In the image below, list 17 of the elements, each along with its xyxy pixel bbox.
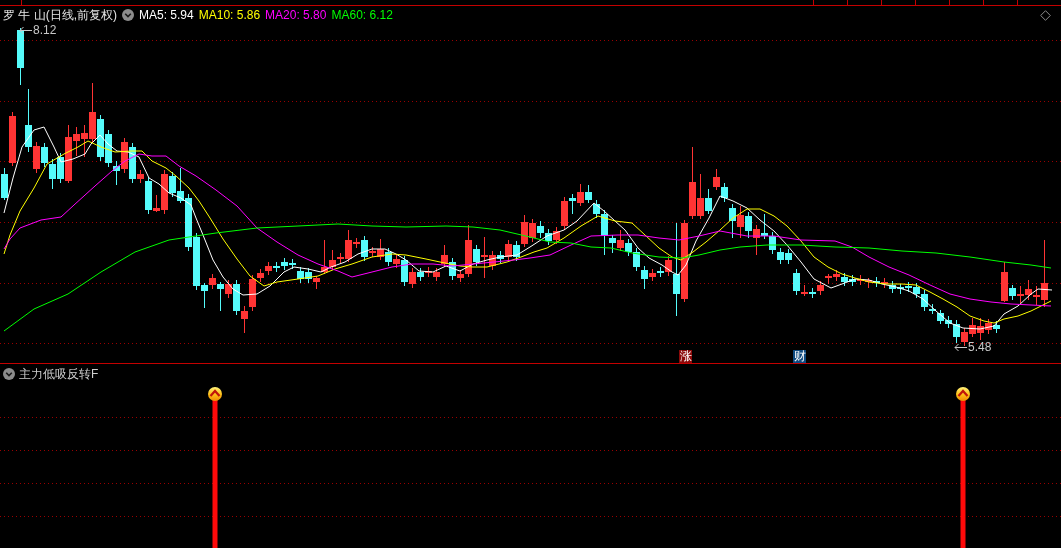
dropdown-icon[interactable] [122,9,134,21]
high-price-label: 8.12 [33,24,57,36]
diamond-icon[interactable] [1040,10,1051,21]
moving-average-value: MA10: 5.86 [198,8,261,22]
left-arrow-icon [19,25,32,35]
moving-average-value: MA60: 6.12 [331,8,393,22]
chart-title: 罗 牛 山(日线,前复权) [3,8,117,22]
dropdown-icon[interactable] [3,368,15,380]
moving-average-value: MA20: 5.80 [265,8,327,22]
chevron-up-icon [956,387,970,401]
moving-average-value: MA5: 5.94 [139,8,194,22]
event-marker[interactable]: 财 [793,350,806,363]
chevron-up-icon [208,387,222,401]
low-price-label: 5.48 [968,341,992,353]
left-arrow-icon [954,342,967,352]
indicator-title: 主力低吸反转F [19,367,99,381]
event-marker[interactable]: 涨 [679,350,692,363]
